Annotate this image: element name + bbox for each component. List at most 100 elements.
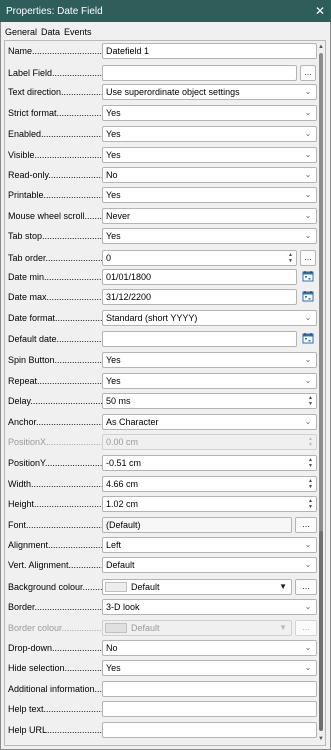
delay-field[interactable]: 50 ms ▲ ▼ <box>102 393 317 409</box>
row-default-date: Default date............................… <box>5 330 317 348</box>
border-value: 3-D look <box>106 602 140 612</box>
row-text-direction: Text direction..........................… <box>5 83 317 101</box>
chevron-down-icon: ⌄ <box>304 663 312 672</box>
chevron-down-icon: ⌄ <box>304 150 312 159</box>
default-date-field[interactable] <box>102 331 297 347</box>
scrollbar-thumb-lower[interactable] <box>319 531 323 731</box>
label-field-browse-button[interactable]: ... <box>300 65 316 81</box>
date-format-select[interactable]: Standard (short YYYY) ⌄ <box>102 310 317 326</box>
row-alignment: Alignment...............................… <box>5 536 317 554</box>
scroll-up-icon[interactable]: ▲ <box>317 43 325 51</box>
additional-information-field[interactable] <box>102 681 317 697</box>
scrollbar-thumb[interactable] <box>319 53 323 533</box>
tab-stop-label: Tab stop................................… <box>8 231 103 241</box>
read-only-value: No <box>106 170 118 180</box>
close-icon[interactable]: ✕ <box>309 4 331 18</box>
enabled-select[interactable]: Yes ⌄ <box>102 126 317 142</box>
tab-order-spinner[interactable]: ▲ ▼ <box>286 252 295 264</box>
alignment-select[interactable]: Left ⌄ <box>102 537 317 553</box>
border-label: Border..................................… <box>8 602 103 612</box>
help-url-label: Help URL................................… <box>8 725 103 735</box>
vertical-scrollbar[interactable]: ▲ ▼ <box>317 41 325 745</box>
tab-stop-select[interactable]: Yes ⌄ <box>102 228 317 244</box>
date-min-field[interactable]: 01/01/1800 <box>102 269 297 285</box>
tab-order-button[interactable]: ... <box>300 250 316 266</box>
height-field[interactable]: 1.02 cm ▲ ▼ <box>102 496 317 512</box>
hide-selection-select[interactable]: Yes ⌄ <box>102 660 317 676</box>
strict-format-value: Yes <box>106 108 121 118</box>
tab-data[interactable]: Data <box>41 26 60 40</box>
chevron-down-icon: ⌄ <box>304 170 312 179</box>
printable-value: Yes <box>106 190 121 200</box>
position-y-field[interactable]: -0.51 cm ▲ ▼ <box>102 455 317 471</box>
scroll-down-icon[interactable]: ▼ <box>317 735 325 743</box>
calendar-icon[interactable] <box>302 290 314 302</box>
row-repeat: Repeat..................................… <box>5 372 317 390</box>
drop-down-select[interactable]: No ⌄ <box>102 640 317 656</box>
calendar-icon[interactable] <box>302 270 314 282</box>
window-title: Properties: Date Field <box>6 5 103 17</box>
date-min-value: 01/01/1800 <box>106 272 152 282</box>
mouse-wheel-scroll-select[interactable]: Never ⌄ <box>102 208 317 224</box>
border-select[interactable]: 3-D look ⌄ <box>102 599 317 615</box>
spin-down-icon[interactable]: ▼ <box>306 463 315 469</box>
row-width: Width...................................… <box>5 475 317 493</box>
label-field-field[interactable] <box>102 65 297 81</box>
background-colour-picker[interactable]: Default ▼ <box>102 579 292 595</box>
alignment-value: Left <box>106 540 122 550</box>
chevron-down-icon: ⌄ <box>304 231 312 240</box>
title-bar: Properties: Date Field ✕ <box>0 0 331 22</box>
delay-label: Delay...................................… <box>8 396 103 406</box>
row-additional-information: Additional information......... <box>5 680 317 698</box>
repeat-select[interactable]: Yes ⌄ <box>102 373 317 389</box>
width-field[interactable]: 4.66 cm ▲ ▼ <box>102 476 317 492</box>
spin-down-icon: ▼ <box>308 442 313 448</box>
name-label: Name....................................… <box>8 46 103 56</box>
spin-down-icon[interactable]: ▼ <box>306 484 315 490</box>
name-field[interactable]: Datefield 1 <box>102 43 317 59</box>
text-direction-select[interactable]: Use superordinate object settings ⌄ <box>102 84 317 100</box>
row-tab-stop: Tab stop................................… <box>5 227 317 245</box>
width-value: 4.66 cm <box>106 479 139 489</box>
delay-spinner[interactable]: ▲ ▼ <box>306 395 315 407</box>
name-value: Datefield 1 <box>106 46 150 56</box>
enabled-label: Enabled.................................… <box>8 129 103 139</box>
vert-alignment-select[interactable]: Default ⌄ <box>102 557 317 573</box>
tab-general[interactable]: General <box>5 26 37 40</box>
default-date-label: Default date............................… <box>8 334 103 344</box>
strict-format-select[interactable]: Yes ⌄ <box>102 105 317 121</box>
label-field-label: Label Field.............................… <box>8 68 103 78</box>
background-colour-button[interactable]: ... <box>295 579 317 595</box>
font-button[interactable]: ... <box>295 517 317 533</box>
help-text-label: Help text...............................… <box>8 704 103 714</box>
spin-down-icon[interactable]: ▼ <box>306 504 315 510</box>
help-text-field[interactable] <box>102 701 317 717</box>
calendar-icon[interactable] <box>302 332 314 344</box>
row-anchor: Anchor..................................… <box>5 413 317 431</box>
tab-order-field[interactable]: 0 ▲ ▼ <box>102 250 297 266</box>
font-field: (Default) <box>102 517 292 533</box>
height-spinner[interactable]: ▲ ▼ <box>306 498 315 510</box>
spin-down-icon[interactable]: ▼ <box>306 401 315 407</box>
tab-bar: General Data Events <box>5 26 92 40</box>
read-only-select[interactable]: No ⌄ <box>102 167 317 183</box>
alignment-label: Alignment...............................… <box>8 540 103 550</box>
width-spinner[interactable]: ▲ ▼ <box>306 478 315 490</box>
background-colour-label: Background colour........... <box>8 582 103 592</box>
date-max-field[interactable]: 31/12/2200 <box>102 289 297 305</box>
visible-select[interactable]: Yes ⌄ <box>102 147 317 163</box>
tab-order-label: Tab order...............................… <box>8 253 103 263</box>
row-font: Font....................................… <box>5 516 317 534</box>
additional-information-label: Additional information......... <box>8 684 103 694</box>
spin-down-icon[interactable]: ▼ <box>286 258 295 264</box>
tab-events[interactable]: Events <box>64 26 92 40</box>
anchor-select[interactable]: As Character ⌄ <box>102 414 317 430</box>
position-y-spinner[interactable]: ▲ ▼ <box>306 457 315 469</box>
printable-select[interactable]: Yes ⌄ <box>102 187 317 203</box>
position-y-value: -0.51 cm <box>106 458 142 468</box>
help-url-field[interactable] <box>102 722 317 738</box>
row-label-field: Label Field.............................… <box>5 64 317 82</box>
spin-button-select[interactable]: Yes ⌄ <box>102 352 317 368</box>
properties-panel: Name....................................… <box>4 40 326 746</box>
position-x-spinner: ▲ ▼ <box>306 436 315 448</box>
